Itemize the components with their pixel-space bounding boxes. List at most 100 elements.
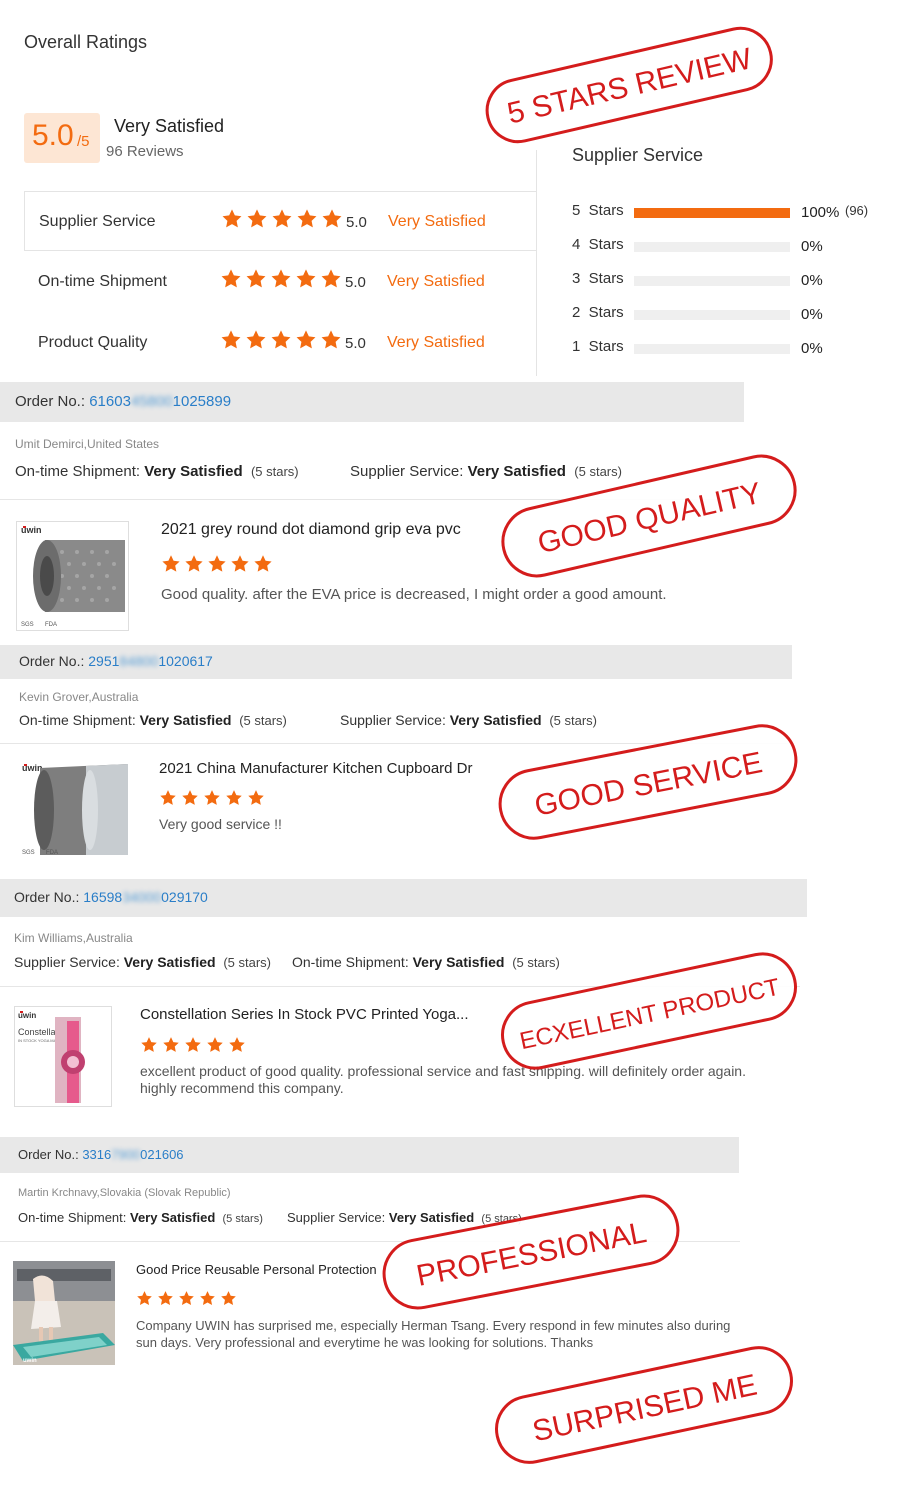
rating-value: Very Satisfied [139, 712, 232, 728]
distribution-row-1[interactable]: 1 Stars 0% [572, 338, 892, 358]
distribution-row-5[interactable]: 5 Stars 100% (96) [572, 202, 892, 222]
order-number-part: 16598 [83, 889, 123, 905]
fda-badge: FDA [45, 622, 57, 628]
order-prefix: Order No.: [19, 653, 85, 669]
distribution-row-3[interactable]: 3 Stars 0% [572, 270, 892, 290]
rating-supplier-service: Supplier Service: Very Satisfied (5 star… [14, 954, 271, 970]
product-thumbnail[interactable]: uwin Constellation IN STOCK YOGA MAT [14, 1006, 112, 1107]
stamp-surprised-me: SURPRISED ME [482, 1338, 806, 1472]
divider [536, 150, 537, 376]
overall-ratings-title: Overall Ratings [24, 32, 148, 52]
clear-liner-roll-image: uwin SGS FDA [22, 763, 128, 856]
distribution-bar [634, 276, 790, 286]
distribution-percent: 0% [801, 238, 823, 255]
star-icon [246, 269, 266, 288]
distribution-bar [634, 310, 790, 320]
order-number-part: 2951 [88, 653, 120, 669]
rating-on-time-shipment: On-time Shipment: Very Satisfied (5 star… [15, 463, 299, 480]
order-prefix: Order No.: [18, 1147, 79, 1162]
star-icon [221, 330, 241, 349]
star-icon [322, 209, 342, 228]
star-icon [200, 1291, 215, 1305]
buyer-name: Kevin Grover,Australia [19, 690, 139, 704]
star-icon [226, 790, 242, 805]
rating-label: Supplier Service: [350, 463, 464, 480]
order-bar: Order No.: 33167900021606 [0, 1137, 739, 1173]
star-icon [221, 1291, 236, 1305]
order-number-part: 1020617 [158, 653, 213, 669]
star-icon [321, 269, 341, 288]
constellation-yoga-mat-image: uwin Constellation IN STOCK YOGA MAT [18, 1011, 85, 1103]
star-icon [271, 269, 291, 288]
product-title[interactable]: 2021 China Manufacturer Kitchen Cupboard… [159, 760, 519, 777]
metric-row-supplier-service[interactable]: Supplier Service 5.0 Very Satisfied [24, 191, 536, 251]
star-icon [296, 269, 316, 288]
star-icon [248, 790, 264, 805]
metric-stars [221, 208, 343, 234]
star-icon [254, 555, 272, 572]
metric-stars [220, 329, 342, 355]
star-icon [182, 790, 198, 805]
order-number[interactable]: Order No.: 33167900021606 [18, 1147, 184, 1162]
rating-label: On-time Shipment: [15, 463, 141, 480]
star-icon [297, 209, 317, 228]
overall-verdict: Very Satisfied [114, 116, 225, 136]
rating-value: Very Satisfied [130, 1210, 216, 1225]
order-prefix: Order No.: [15, 393, 86, 410]
rating-label: Supplier Service: [14, 954, 120, 970]
order-bar: Order No.: 61603458001025899 [0, 382, 744, 422]
rating-on-time-shipment: On-time Shipment: Very Satisfied (5 star… [18, 1210, 263, 1225]
distribution-row-2[interactable]: 2 Stars 0% [572, 304, 892, 324]
star-icon [272, 209, 292, 228]
product-thumbnail[interactable]: uwin SGS FDA [16, 521, 129, 631]
rating-stars-count: (5 stars) [223, 955, 271, 970]
order-number-value[interactable]: 61603458001025899 [89, 393, 231, 410]
star-icon [137, 1291, 152, 1305]
distribution-row-4[interactable]: 4 Stars 0% [572, 236, 892, 256]
star-icon [221, 269, 241, 288]
metric-score: 5.0 [345, 335, 366, 352]
metric-verdict: Very Satisfied [387, 334, 485, 351]
order-number-value[interactable]: 33167900021606 [82, 1147, 183, 1162]
star-icon [185, 1037, 201, 1052]
order-number-value[interactable]: 1659834000029170 [83, 889, 208, 905]
metric-score: 5.0 [346, 214, 367, 231]
order-number[interactable]: Order No.: 1659834000029170 [14, 889, 208, 905]
product-title[interactable]: 2021 grey round dot diamond grip eva pvc [161, 521, 491, 539]
distribution-label: 1 Stars [572, 338, 624, 355]
product-thumbnail[interactable]: uwin SGS FDA [20, 760, 130, 857]
buyer-name: Martin Krchnavy,Slovakia (Slovak Republi… [18, 1187, 231, 1199]
buyer-name: Umit Demirci,United States [15, 437, 160, 451]
metric-row-on-time-shipment[interactable]: On-time Shipment 5.0 Very Satisfied [24, 252, 536, 312]
distribution-label: 3 Stars [572, 270, 624, 287]
rating-stars-count: (5 stars) [250, 464, 299, 479]
rating-value: Very Satisfied [144, 463, 243, 480]
order-number[interactable]: Order No.: 61603458001025899 [15, 393, 231, 410]
distribution-percent: 100% [801, 204, 840, 221]
distribution-bar-fill [634, 208, 790, 218]
distribution-bar [634, 208, 790, 218]
order-number-value[interactable]: 2951848001020617 [88, 653, 213, 669]
order-number[interactable]: Order No.: 2951848001020617 [19, 653, 213, 669]
stamp-good-service: GOOD SERVICE [486, 714, 810, 850]
distribution-percent: 0% [801, 306, 823, 323]
product-title[interactable]: Constellation Series In Stock PVC Printe… [140, 1006, 480, 1023]
review-stars [161, 554, 273, 576]
star-icon [222, 209, 242, 228]
order-number-hidden: 34000 [122, 889, 162, 905]
product-thumbnail[interactable]: uwin [13, 1261, 115, 1365]
order-number-hidden: 84800 [119, 653, 159, 669]
star-icon [204, 790, 220, 805]
star-icon [163, 1037, 179, 1052]
star-icon [321, 330, 341, 349]
stamp-good-quality: GOOD QUALITY [488, 448, 810, 584]
distribution-percent: 0% [801, 272, 823, 289]
star-icon [158, 1291, 173, 1305]
metric-row-product-quality[interactable]: Product Quality 5.0 Very Satisfied [24, 313, 536, 373]
review-count[interactable]: 96 Reviews [106, 143, 184, 160]
fda-badge: FDA [46, 850, 58, 856]
buyer-name: Kim Williams,Australia [14, 931, 133, 945]
rating-stars-count: (5 stars) [239, 713, 287, 728]
stamp-professional: PROFESSIONAL [370, 1186, 692, 1318]
product-title[interactable]: Good Price Reusable Personal Protection [136, 1262, 396, 1277]
